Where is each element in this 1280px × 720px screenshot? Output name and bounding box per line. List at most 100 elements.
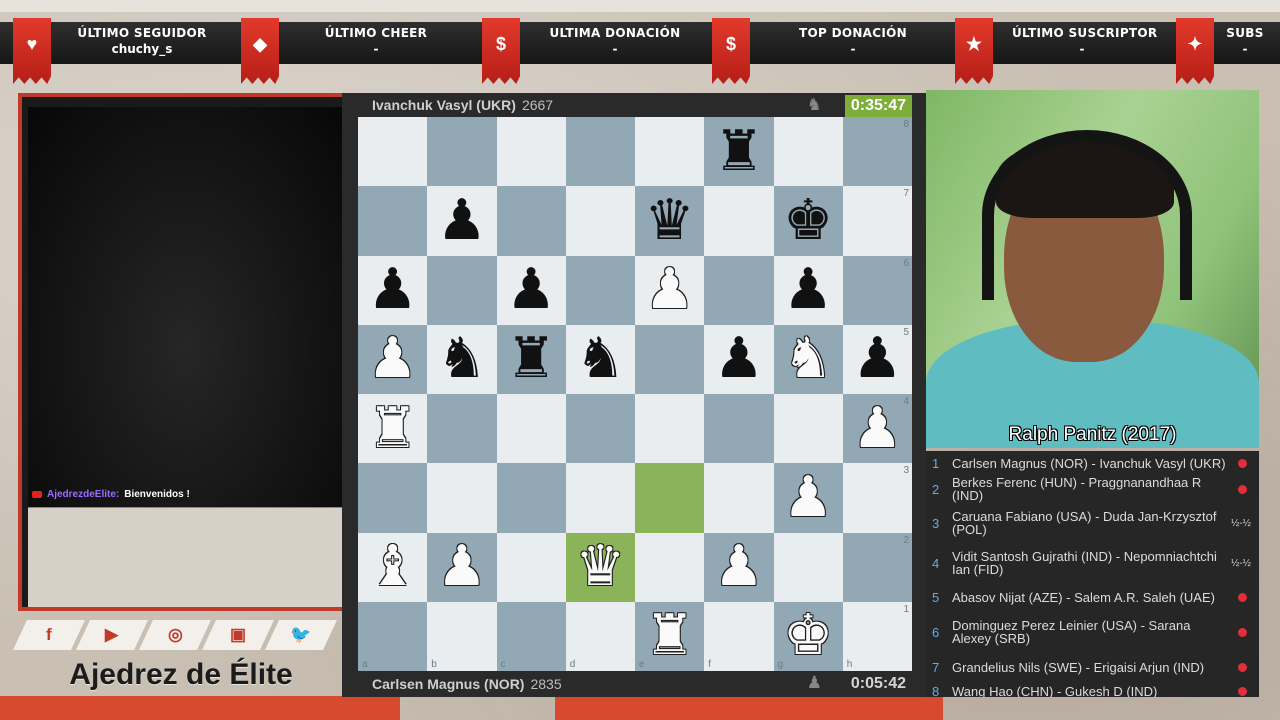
- square-a1[interactable]: a: [358, 601, 428, 671]
- square-c6[interactable]: ♟: [496, 255, 566, 325]
- white-pawn-icon[interactable]: ♟: [714, 539, 764, 595]
- square-e3[interactable]: [635, 463, 705, 533]
- square-h8[interactable]: 8: [842, 117, 912, 187]
- square-e1[interactable]: ♜ e: [635, 601, 705, 671]
- square-f3[interactable]: [704, 463, 774, 533]
- square-f4[interactable]: [704, 394, 774, 464]
- square-g3[interactable]: ♟: [773, 463, 843, 533]
- black-pawn-icon[interactable]: ♟: [437, 192, 487, 249]
- square-b4[interactable]: [427, 394, 497, 464]
- square-h4[interactable]: ♟ 4: [842, 394, 912, 464]
- black-knight-icon[interactable]: ♞: [575, 331, 625, 387]
- square-g8[interactable]: [773, 117, 843, 187]
- square-d8[interactable]: [565, 117, 635, 187]
- square-f5[interactable]: ♟: [704, 324, 774, 394]
- square-a7[interactable]: [358, 186, 428, 256]
- white-rook-icon[interactable]: ♜: [368, 400, 418, 457]
- square-e6[interactable]: ♟: [635, 255, 705, 325]
- square-b1[interactable]: b: [427, 601, 497, 671]
- game-row[interactable]: 8 Wang Hao (CHN) - Gukesh D (IND): [926, 681, 1259, 697]
- square-h6[interactable]: 6: [842, 255, 912, 325]
- game-row[interactable]: 4 Vidit Santosh Gujrathi (IND) - Nepomnia…: [926, 543, 1259, 583]
- square-b7[interactable]: ♟: [427, 186, 497, 256]
- square-d4[interactable]: [565, 394, 635, 464]
- game-row[interactable]: 6 Dominguez Perez Leinier (USA) - Sarana …: [926, 611, 1259, 653]
- square-d2[interactable]: ♛: [565, 532, 635, 602]
- square-g4[interactable]: [773, 394, 843, 464]
- square-f8[interactable]: ♜: [704, 117, 774, 187]
- square-c7[interactable]: [496, 186, 566, 256]
- square-a8[interactable]: [358, 117, 428, 187]
- square-h1[interactable]: 1h: [842, 601, 912, 671]
- black-pawn-icon[interactable]: ♟: [368, 262, 418, 318]
- square-a2[interactable]: ♝: [358, 532, 428, 602]
- black-pawn-icon[interactable]: ♟: [506, 262, 556, 318]
- square-d5[interactable]: ♞: [565, 324, 635, 394]
- square-g6[interactable]: ♟: [773, 255, 843, 325]
- white-pawn-icon[interactable]: ♟: [437, 539, 487, 595]
- square-a5[interactable]: ♟: [358, 324, 428, 394]
- square-b2[interactable]: ♟: [427, 532, 497, 602]
- square-f7[interactable]: [704, 186, 774, 256]
- white-bishop-icon[interactable]: ♝: [368, 539, 418, 595]
- square-a6[interactable]: ♟: [358, 255, 428, 325]
- white-rook-icon[interactable]: ♜: [645, 608, 695, 664]
- square-b3[interactable]: [427, 463, 497, 533]
- black-queen-icon[interactable]: ♛: [645, 192, 695, 249]
- square-f1[interactable]: f: [704, 601, 774, 671]
- square-g7[interactable]: ♚: [773, 186, 843, 256]
- square-e4[interactable]: [635, 394, 705, 464]
- game-row[interactable]: 2 Berkes Ferenc (HUN) - Praggnanandhaa R …: [926, 475, 1259, 503]
- game-row[interactable]: 7 Grandelius Nils (SWE) - Erigaisi Arjun …: [926, 653, 1259, 681]
- black-rook-icon[interactable]: ♜: [714, 123, 764, 180]
- white-queen-icon[interactable]: ♛: [575, 539, 625, 595]
- white-pawn-icon[interactable]: ♟: [783, 469, 833, 526]
- square-d1[interactable]: d: [565, 601, 635, 671]
- white-king-icon[interactable]: ♚: [783, 608, 833, 664]
- square-e2[interactable]: [635, 532, 705, 602]
- square-h5[interactable]: ♟ 5: [842, 324, 912, 394]
- square-d3[interactable]: [565, 463, 635, 533]
- square-c4[interactable]: [496, 394, 566, 464]
- white-pawn-icon[interactable]: ♟: [645, 262, 695, 318]
- white-pawn-icon[interactable]: ♟: [368, 331, 418, 387]
- square-c2[interactable]: [496, 532, 566, 602]
- square-f6[interactable]: [704, 255, 774, 325]
- black-pawn-icon[interactable]: ♟: [852, 331, 902, 387]
- square-d6[interactable]: [565, 255, 635, 325]
- chess-board[interactable]: ♜ 8 ♟ ♛ ♚ 7 ♟ ♟ ♟ ♟ 6 ♟ ♞ ♜ ♞ ♟ ♞ ♟ 5 ♜ ♟ 4 ♟ 3 ♝ ♟ ♛ ♟ 2 a b c d ♜ e f ♚ g 1 h: [358, 117, 912, 671]
- square-b6[interactable]: [427, 255, 497, 325]
- square-f2[interactable]: ♟: [704, 532, 774, 602]
- square-b8[interactable]: [427, 117, 497, 187]
- square-g5[interactable]: ♞: [773, 324, 843, 394]
- game-row[interactable]: 1 Carlsen Magnus (NOR) - Ivanchuk Vasyl (…: [926, 451, 1259, 475]
- square-h3[interactable]: 3: [842, 463, 912, 533]
- square-e5[interactable]: [635, 324, 705, 394]
- black-pawn-icon[interactable]: ♟: [714, 331, 764, 387]
- white-knight-icon[interactable]: ♞: [783, 331, 833, 387]
- square-c3[interactable]: [496, 463, 566, 533]
- black-rook-icon[interactable]: ♜: [506, 331, 556, 387]
- instagram-icon[interactable]: ◎: [139, 620, 211, 650]
- twitter-icon[interactable]: 🐦: [265, 620, 337, 650]
- facebook-icon[interactable]: f: [13, 620, 85, 650]
- square-b5[interactable]: ♞: [427, 324, 497, 394]
- square-c8[interactable]: [496, 117, 566, 187]
- square-c5[interactable]: ♜: [496, 324, 566, 394]
- square-a3[interactable]: [358, 463, 428, 533]
- youtube-icon[interactable]: ▶: [76, 620, 148, 650]
- black-knight-icon[interactable]: ♞: [437, 331, 487, 387]
- game-row[interactable]: 5 Abasov Nijat (AZE) - Salem A.R. Saleh (…: [926, 583, 1259, 611]
- square-h7[interactable]: 7: [842, 186, 912, 256]
- square-g1[interactable]: ♚ g: [773, 601, 843, 671]
- square-c1[interactable]: c: [496, 601, 566, 671]
- black-king-icon[interactable]: ♚: [783, 192, 833, 249]
- square-e7[interactable]: ♛: [635, 186, 705, 256]
- twitch-icon[interactable]: ▣: [202, 620, 274, 650]
- black-pawn-icon[interactable]: ♟: [783, 262, 833, 318]
- square-e8[interactable]: [635, 117, 705, 187]
- square-h2[interactable]: 2: [842, 532, 912, 602]
- game-row[interactable]: 3 Caruana Fabiano (USA) - Duda Jan-Krzysz…: [926, 503, 1259, 543]
- square-d7[interactable]: [565, 186, 635, 256]
- square-a4[interactable]: ♜: [358, 394, 428, 464]
